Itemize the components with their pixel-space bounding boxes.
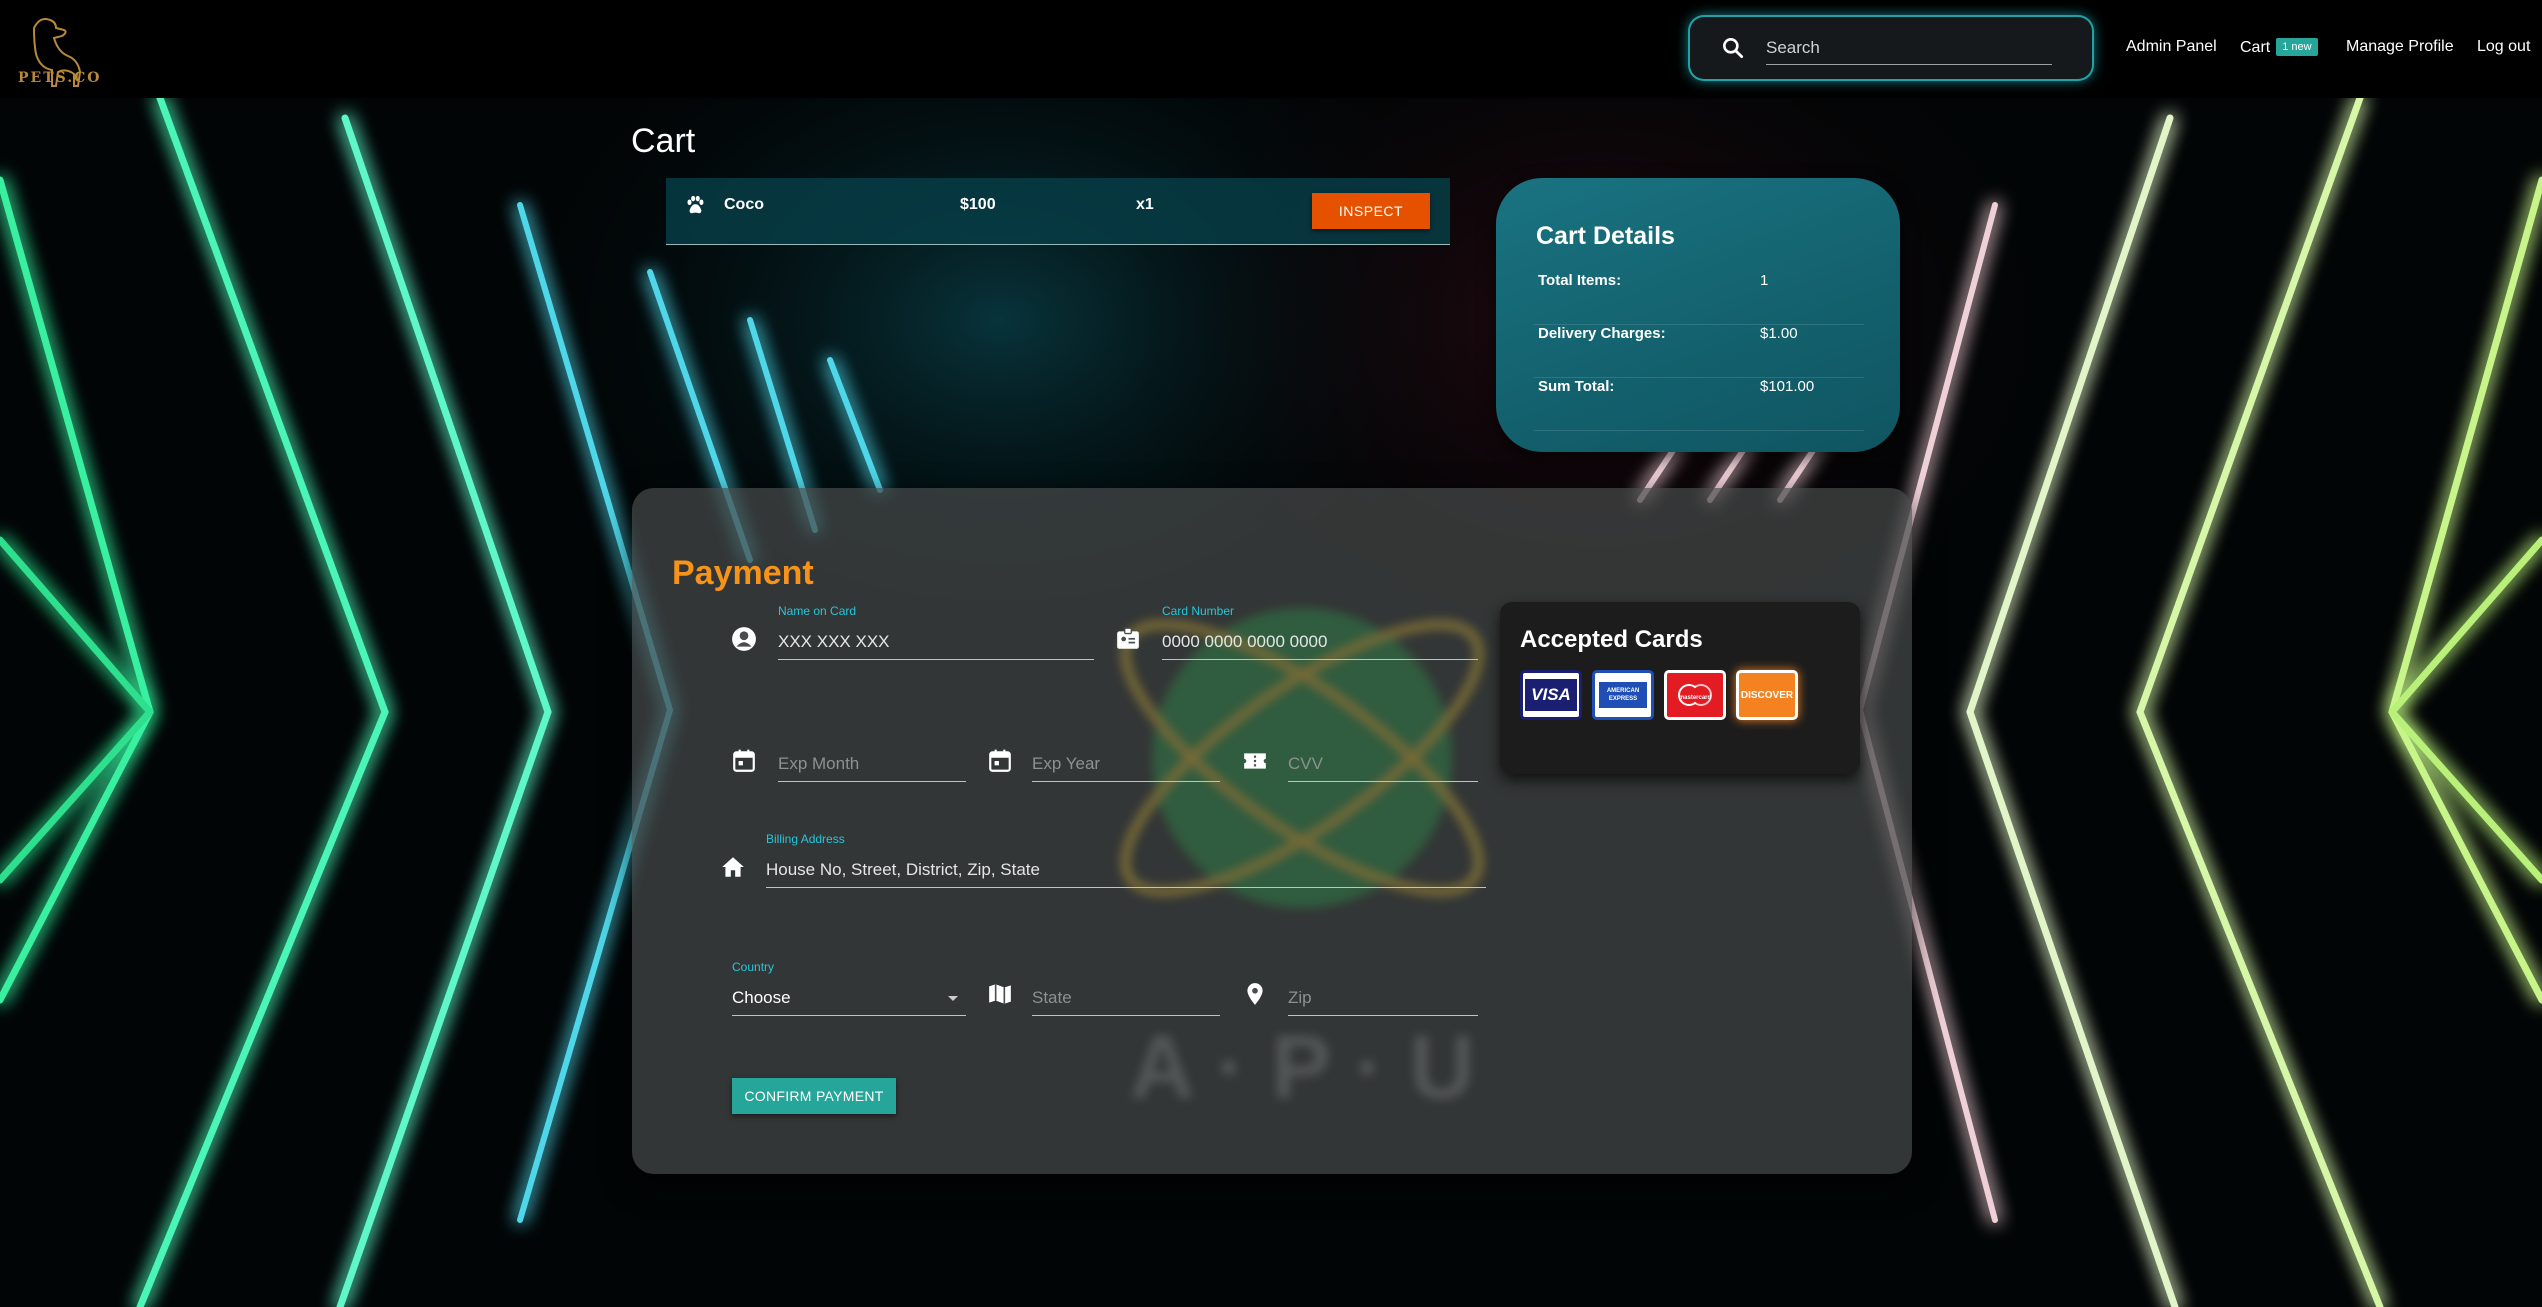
card-id-icon: [1117, 627, 1139, 649]
calendar-month-icon: [733, 749, 755, 772]
manage-profile-link[interactable]: Manage Profile: [2346, 38, 2454, 56]
watermark-logo-icon: A · P · U: [1120, 608, 1484, 1118]
sum-total-label: Sum Total:: [1538, 378, 1615, 395]
mastercard-card-icon: mastercard: [1664, 670, 1726, 720]
name-on-card-input[interactable]: [778, 624, 1094, 660]
navbar: PETS.CO Admin Panel Cart 1 new Manage Pro…: [0, 0, 2542, 98]
cart-link-label: Cart: [2240, 39, 2271, 56]
map-icon: [989, 984, 1011, 1004]
cart-link[interactable]: Cart 1 new: [2240, 38, 2318, 57]
cart-title: Cart: [631, 122, 696, 160]
mastercard-circles-icon: mastercard: [1678, 684, 1712, 706]
exp-month-input[interactable]: [778, 746, 966, 782]
country-label: Country: [732, 960, 775, 974]
account-circle-icon: [732, 627, 756, 651]
cvv-field: [1288, 746, 1478, 782]
cart-details-title: Cart Details: [1536, 222, 1675, 250]
delivery-charges-label: Delivery Charges:: [1538, 325, 1666, 342]
discover-card-icon: DISCOVER: [1736, 670, 1798, 720]
watermark-text: A · P · U: [1129, 1018, 1474, 1118]
location-pin-icon: [1247, 983, 1263, 1005]
accepted-cards-panel: Accepted Cards VISA AMERICAN EXPRESS mas…: [1500, 602, 1860, 774]
state-field: [1032, 980, 1220, 1016]
zip-field: [1288, 980, 1478, 1016]
discover-card-label: DISCOVER: [1740, 689, 1794, 701]
cvv-input[interactable]: [1288, 746, 1478, 782]
visa-card-icon: VISA: [1520, 670, 1582, 720]
accepted-cards-title: Accepted Cards: [1520, 626, 1703, 653]
ticket-icon: [1244, 753, 1266, 769]
brand-name: PETS.CO: [18, 70, 102, 86]
country-select[interactable]: Choose: [732, 980, 966, 1016]
delivery-charges-value: $1.00: [1760, 325, 1798, 342]
inspect-button[interactable]: INSPECT: [1312, 193, 1430, 229]
search-box: [1690, 17, 2092, 79]
billing-address-label: Billing Address: [766, 832, 845, 846]
card-number-field: Card Number: [1162, 604, 1478, 660]
payment-title: Payment: [672, 554, 814, 592]
calendar-year-icon: [989, 749, 1011, 772]
cart-item-qty: x1: [1136, 196, 1154, 213]
total-items-label: Total Items:: [1538, 272, 1622, 289]
search-icon[interactable]: [1720, 35, 1746, 61]
delivery-charges-row: Delivery Charges: $1.00: [1534, 325, 1864, 378]
exp-year-input[interactable]: [1032, 746, 1220, 782]
logout-link[interactable]: Log out: [2477, 38, 2530, 56]
name-on-card-label: Name on Card: [778, 604, 857, 618]
country-selected-value: Choose: [732, 988, 791, 1007]
country-field: Country Choose: [732, 960, 966, 1016]
cart-item-name: Coco: [724, 196, 764, 213]
cart-item-row: Coco $100 x1 INSPECT: [666, 178, 1450, 245]
cart-new-badge: 1 new: [2276, 38, 2318, 56]
search-input[interactable]: [1766, 31, 2052, 65]
card-number-input[interactable]: [1162, 624, 1478, 660]
total-items-row: Total Items: 1: [1534, 272, 1864, 325]
name-on-card-field: Name on Card: [778, 604, 1094, 660]
cart-item-price: $100: [960, 196, 996, 213]
amex-card-icon: AMERICAN EXPRESS: [1592, 670, 1654, 720]
amex-card-label: AMERICAN EXPRESS: [1599, 682, 1647, 708]
payment-panel: A · P · U Payment Name on Card Card Numb…: [632, 488, 1912, 1174]
state-input[interactable]: [1032, 980, 1220, 1016]
billing-address-input[interactable]: [766, 852, 1486, 888]
exp-year-field: [1032, 746, 1220, 782]
visa-card-label: VISA: [1525, 679, 1577, 711]
sum-total-row: Sum Total: $101.00: [1534, 378, 1864, 431]
paw-icon: [687, 195, 704, 214]
confirm-payment-button[interactable]: CONFIRM PAYMENT: [732, 1078, 896, 1114]
admin-panel-link[interactable]: Admin Panel: [2126, 38, 2217, 56]
total-items-value: 1: [1760, 272, 1769, 289]
billing-address-field: Billing Address: [766, 832, 1486, 888]
mastercard-card-label: mastercard: [1679, 695, 1712, 701]
sum-total-value: $101.00: [1760, 378, 1815, 395]
zip-input[interactable]: [1288, 980, 1478, 1016]
cart-details-card: Cart Details Total Items: 1 Delivery Cha…: [1496, 178, 1900, 452]
card-number-label: Card Number: [1162, 604, 1235, 618]
exp-month-field: [778, 746, 966, 782]
home-icon: [722, 857, 744, 877]
chevron-down-icon: [948, 996, 958, 1001]
